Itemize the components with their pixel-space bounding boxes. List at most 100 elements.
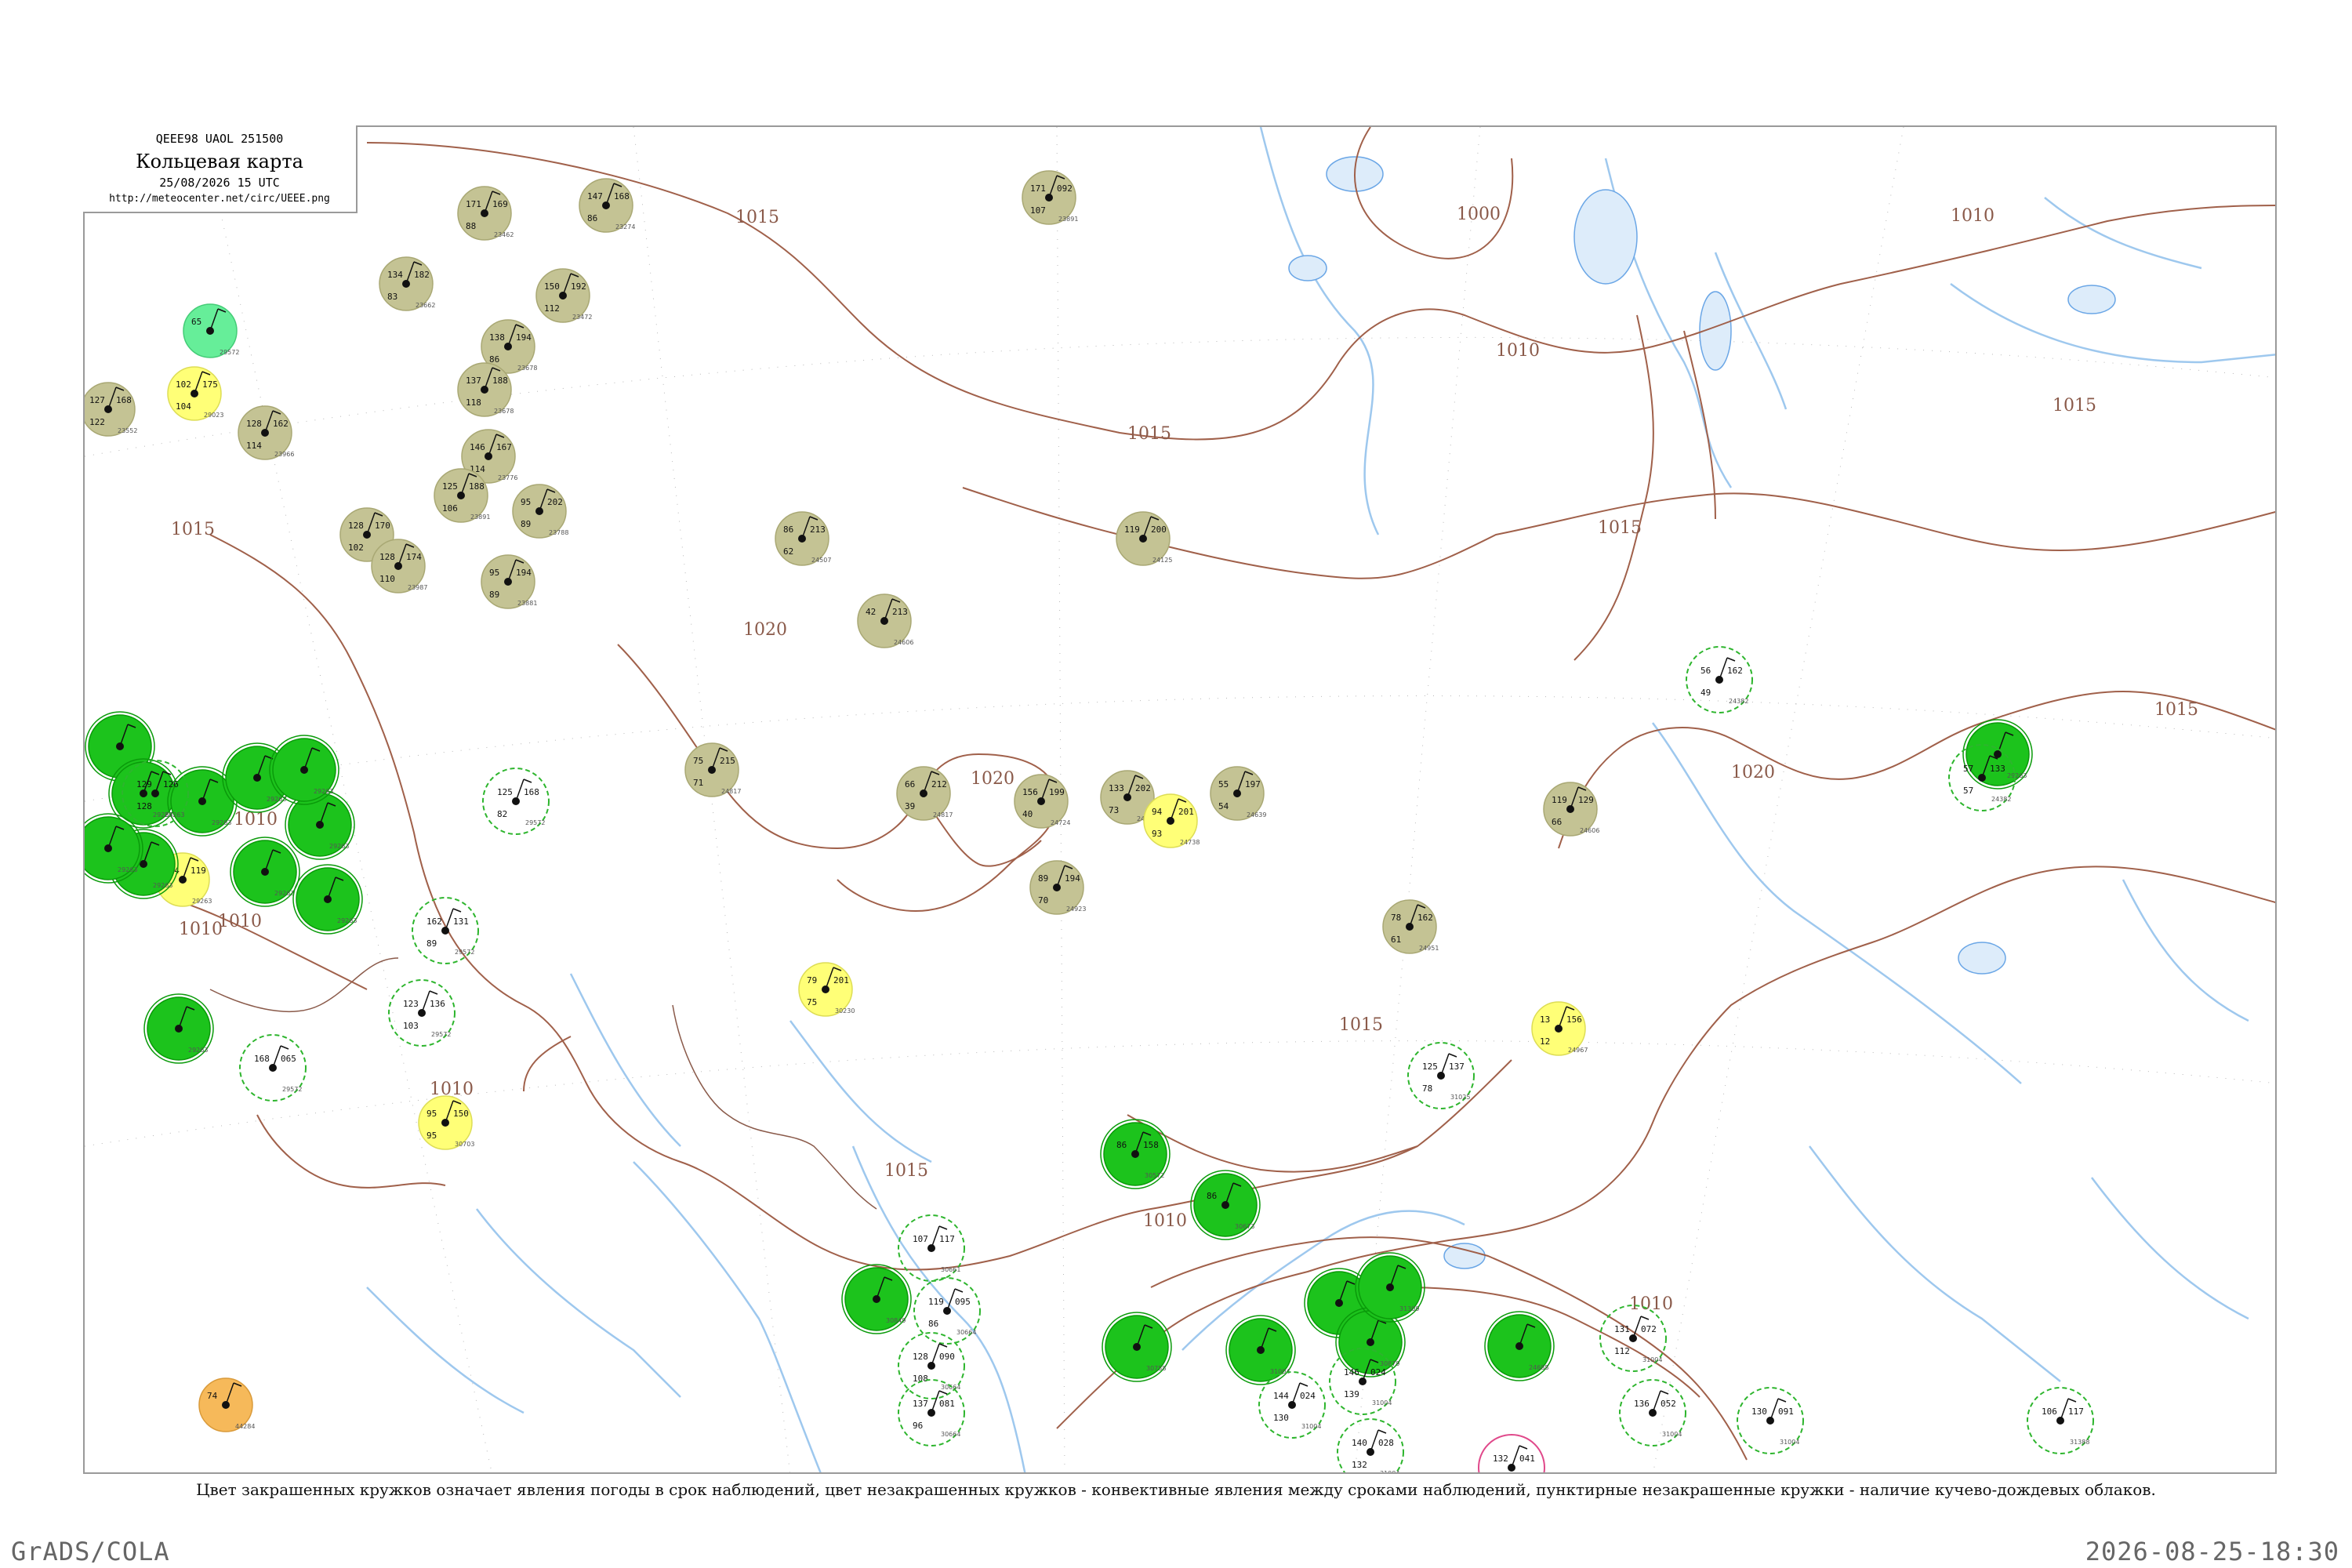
weather-station[interactable]: 106 117 31388 [2027,1387,2094,1454]
weather-station[interactable]: 171 092 107 23891 [1022,170,1078,225]
weather-station[interactable]: 94 201 93 24738 [1143,793,1200,848]
weather-station[interactable]: 74 44284 [198,1377,255,1432]
station-dewpoint: 86 [489,354,499,365]
weather-station[interactable]: 125 168 82 29572 [482,768,550,835]
wind-barb-icon [1719,657,1728,681]
weather-station[interactable]: 29263 [1962,719,2033,789]
weather-station[interactable]: 24688 [1484,1311,1555,1381]
weather-station[interactable]: 119 095 86 30664 [913,1277,981,1345]
weather-station[interactable]: 119 129 66 24606 [1543,782,1599,837]
station-index: 31309 [1399,1305,1419,1312]
weather-station[interactable]: 66 212 39 24817 [896,766,953,821]
weather-station[interactable]: 29263 [269,735,339,805]
weather-station[interactable]: 95 202 89 23788 [512,484,568,539]
weather-station[interactable]: 13204113231369 [1478,1434,1545,1474]
weather-station[interactable]: 127 168 122 23552 [85,382,137,437]
wind-barb-feather-icon [1299,1382,1308,1387]
weather-station[interactable]: 65 29572 [183,303,239,358]
station-index: 29023 [204,412,223,419]
weather-station[interactable]: 162 131 89 29572 [412,897,479,964]
weather-station[interactable]: 29263 [85,813,143,884]
weather-station[interactable]: 102 175 104 29023 [167,366,223,421]
weather-station[interactable]: 31004 [1225,1315,1296,1385]
weather-station[interactable]: 147 168 86 23274 [579,178,635,233]
weather-station[interactable]: 30758 [1102,1312,1172,1382]
station-index: 29263 [329,843,349,850]
isobar-label-1015: 1015 [735,208,779,227]
station-pressure: 182 [414,270,430,280]
bulletin-code: QEEE98 UAOL 251500 [155,132,284,146]
weather-station[interactable]: 79 201 75 30230 [798,962,855,1017]
wind-barb-feather-icon [938,1390,948,1395]
weather-station[interactable]: 86 30673 [1190,1170,1261,1240]
weather-station[interactable]: 56 162 49 24382 [1686,646,1753,713]
wind-barb-icon [1440,1053,1450,1076]
weather-station[interactable]: 29263 [143,993,214,1064]
weather-station[interactable]: 130 091 31004 [1737,1387,1804,1454]
station-dewpoint: 110 [379,574,395,584]
weather-station[interactable]: 95 150 95 30703 [418,1095,474,1150]
station-temperature: 74 [207,1391,218,1401]
weather-station[interactable]: 13 156 12 24967 [1531,1001,1588,1056]
station-dewpoint: 139 [1344,1389,1359,1399]
isobar-label-1020: 1020 [971,769,1014,789]
weather-station[interactable]: 42 213 24606 [857,593,913,648]
isobar-label-1010: 1010 [218,912,262,931]
weather-station[interactable]: 95 194 89 23881 [481,554,537,609]
weather-station[interactable]: 144 024 130 31004 [1258,1371,1326,1439]
weather-station[interactable]: 137 081 96 30664 [898,1379,965,1446]
station-pressure: 188 [492,376,508,386]
weather-station[interactable]: 140 028 132 31004 [1337,1418,1404,1474]
station-temperature: 133 [1109,783,1124,793]
weather-station[interactable]: 86 213 62 24507 [775,511,831,566]
weather-station[interactable]: 107 117 30661 [898,1214,965,1282]
station-temperature: 128 [348,521,364,531]
wind-barb-icon [421,990,430,1014]
weather-station[interactable]: 134 182 83 23662 [379,256,435,311]
station-temperature: 86 [1116,1140,1127,1150]
weather-station[interactable]: 89 194 70 24923 [1029,860,1086,915]
weather-station[interactable]: 131 072 112 31004 [1599,1305,1667,1372]
wind-barb-icon [1370,1429,1379,1453]
weather-station[interactable]: 171 169 88 23462 [457,186,514,241]
station-pressure: 197 [1245,779,1261,789]
station-pressure: 126 [163,779,179,789]
station-pressure: 200 [1151,524,1167,535]
station-dewpoint: 89 [489,590,499,600]
weather-station[interactable]: 156 199 40 24724 [1014,774,1070,829]
station-temperature: 119 [928,1297,944,1307]
weather-station[interactable]: 128 174 110 23987 [371,539,427,593]
wind-barb-icon [931,1390,940,1414]
station-temperature: 129 [136,779,152,789]
source-url[interactable]: http://meteocenter.net/circ/UEEE.png [83,193,356,205]
station-pressure: 213 [892,607,908,617]
wind-barb-icon [515,779,524,802]
wind-barb-icon [445,908,454,931]
weather-station[interactable]: 128 162 114 23966 [238,405,294,460]
weather-station[interactable]: 136 052 31004 [1619,1379,1686,1446]
weather-station[interactable]: 86 158 30572 [1100,1119,1171,1189]
weather-station[interactable]: 29263 [230,837,300,907]
station-dewpoint: 95 [426,1131,437,1141]
station-index: 29263 [188,1047,208,1054]
weather-station[interactable]: 30849 [841,1264,912,1334]
weather-station[interactable]: 119 200 24125 [1116,511,1172,566]
weather-station[interactable]: 78 162 61 24951 [1382,899,1439,954]
weather-station[interactable]: 150 192 112 23472 [535,268,592,323]
station-index: 23891 [1058,216,1078,223]
weather-station[interactable]: 125 137 78 31025 [1407,1042,1475,1109]
station-pressure: 194 [516,332,532,343]
station-pressure: 041 [1519,1454,1535,1464]
weather-station[interactable]: 168 065 29572 [239,1034,307,1102]
station-dewpoint: 71 [693,778,703,788]
weather-station[interactable]: 123 136 103 29572 [388,979,456,1047]
station-dewpoint: 122 [89,417,105,427]
station-dewpoint: 118 [466,397,481,408]
weather-station[interactable]: 29263 [292,864,363,935]
weather-station[interactable]: 75 215 71 24817 [684,742,741,797]
station-dewpoint: 132 [1352,1460,1367,1470]
isobar-label-1020: 1020 [743,620,787,640]
weather-station[interactable]: 55 197 54 24639 [1210,766,1266,821]
station-index: 30661 [941,1266,960,1273]
weather-station[interactable]: 31309 [1355,1252,1425,1323]
